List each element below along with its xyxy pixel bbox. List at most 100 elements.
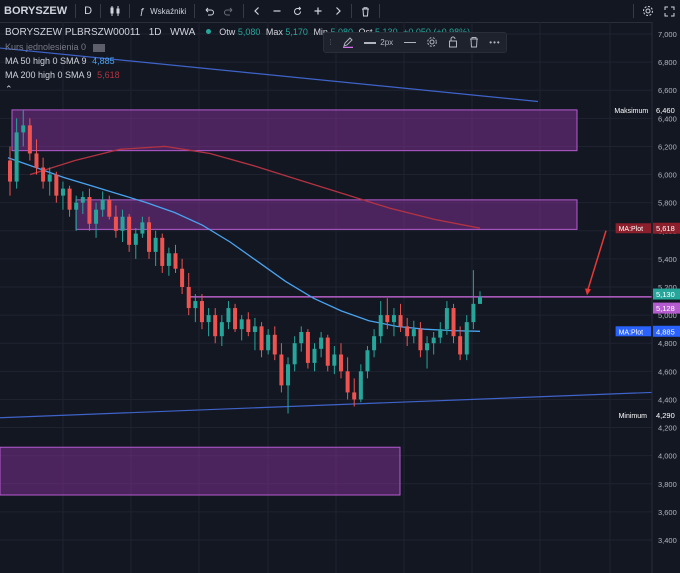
ma-plot-top-label: MA:Plot: [619, 226, 644, 233]
candle-body: [299, 331, 304, 344]
drag-handle-icon[interactable]: ⁞: [329, 38, 331, 47]
ma-plot-top-value: 5,618: [656, 224, 675, 233]
zones: [0, 109, 578, 496]
interval-button[interactable]: D: [79, 0, 97, 22]
candle-body: [54, 174, 59, 196]
candle-body: [338, 354, 343, 372]
candle-body: [458, 336, 463, 355]
candle-body: [120, 216, 125, 231]
zoom-out-icon[interactable]: [267, 0, 287, 22]
symbol-button[interactable]: BORYSZEW: [0, 0, 72, 22]
candle-body: [206, 315, 211, 323]
candle-body: [405, 326, 410, 337]
maksimum-label: Maksimum: [614, 108, 648, 115]
more-icon[interactable]: •••: [489, 38, 500, 47]
legend-ma200-row: MA 200 high 0 SMA 9 5,618: [5, 68, 470, 82]
candle-body: [385, 315, 390, 323]
candle-body: [199, 301, 204, 323]
legend-title: BORYSZEW PLBRSZW00011: [5, 27, 141, 38]
open-value: 5,080: [237, 27, 261, 37]
indicators-button[interactable]: ƒ Wskaźniki: [133, 0, 191, 22]
redo-icon[interactable]: [219, 0, 240, 22]
toolbar-divider: [351, 4, 353, 18]
toolbar-divider: [243, 4, 245, 18]
delete-icon[interactable]: [469, 36, 479, 50]
candle-body: [127, 216, 132, 245]
pencil-icon[interactable]: [342, 36, 354, 50]
settings-icon[interactable]: [426, 36, 438, 50]
candle-body: [358, 371, 363, 400]
arrow-head: [585, 288, 591, 296]
chart-type-icon[interactable]: [104, 0, 126, 22]
candle-body: [133, 233, 138, 245]
line-price-tag: 5,128: [656, 304, 675, 313]
candle-body: [41, 167, 46, 182]
candle-body: [352, 392, 357, 400]
price-chart[interactable]: Maksimum MA:Plot MA:Plot Minimum 3,400 3,600…: [0, 22, 680, 573]
candle-body: [226, 308, 231, 323]
scroll-left-icon[interactable]: [247, 0, 267, 22]
legend-interval: 1D: [148, 27, 162, 38]
chevron-up-icon[interactable]: ⌃: [5, 84, 13, 94]
ma200-label: MA 200 high 0 SMA 9: [5, 70, 92, 80]
price-tick-label: 6,400: [658, 114, 677, 123]
legend-ma50-row: MA 50 high 0 SMA 9 4,885: [5, 54, 470, 68]
svg-text:ƒ: ƒ: [139, 7, 145, 16]
ma50-label: MA 50 high 0 SMA 9: [5, 56, 87, 66]
candle-body: [14, 132, 19, 182]
candle-body: [332, 354, 337, 366]
scroll-right-icon[interactable]: [328, 0, 348, 22]
candle-body: [107, 199, 112, 217]
toolbar-divider: [129, 4, 131, 18]
candle-body: [292, 343, 297, 365]
reset-icon[interactable]: [287, 0, 308, 22]
candles: [8, 109, 482, 414]
toolbar-divider: [379, 4, 381, 18]
toolbar-right: [630, 0, 680, 22]
candle-body: [478, 296, 482, 304]
candle-body: [391, 315, 396, 323]
high-value: 5,170: [285, 27, 308, 37]
line-style-icon[interactable]: [403, 42, 416, 43]
top-toolbar: BORYSZEW D ƒ Wskaźniki: [0, 0, 680, 23]
minimum-value: 4,290: [656, 411, 675, 420]
toolbar-divider: [194, 4, 196, 18]
last-price-tag: 5,130: [656, 290, 675, 299]
candle-body: [411, 329, 416, 337]
trash-icon[interactable]: [355, 0, 376, 22]
candle-body: [166, 253, 171, 266]
candle-body: [219, 322, 224, 337]
undo-icon[interactable]: [198, 0, 219, 22]
candle-body: [27, 125, 32, 154]
high-label: Max: [265, 27, 283, 37]
candle-body: [259, 326, 264, 351]
candle-body: [425, 343, 430, 351]
indicators-label: Wskaźniki: [150, 6, 187, 16]
candle-body: [266, 334, 271, 351]
candle-body: [100, 199, 105, 210]
candle-body: [365, 350, 370, 372]
zoom-in-icon[interactable]: [308, 0, 328, 22]
legend-row2-text: Kurs jednolesienia 0: [5, 42, 87, 52]
line-width-button[interactable]: 2px: [364, 38, 393, 47]
price-tick-label: 4,800: [658, 339, 677, 348]
candle-body: [272, 334, 277, 355]
candle-body: [153, 237, 158, 252]
candle-body: [8, 160, 12, 182]
market-status-dot: [205, 29, 211, 34]
candle-body: [147, 222, 152, 252]
price-tick-label: 6,600: [658, 86, 677, 95]
toolbar-divider: [100, 4, 102, 18]
fullscreen-icon[interactable]: [659, 0, 680, 22]
candle-body: [312, 348, 317, 363]
ma-plot-bottom-label: MA:Plot: [619, 329, 644, 336]
price-tick-label: 5,400: [658, 255, 677, 264]
settings-gear-icon[interactable]: [637, 0, 659, 22]
legend-collapse-row: ⌃: [5, 82, 470, 96]
price-axis[interactable]: 3,400 3,600 3,800 4,000 4,200 4,400 4,600 4,800…: [651, 22, 680, 573]
candle-body: [372, 336, 377, 351]
legend-row2-badge[interactable]: [92, 43, 105, 52]
price-tick-label: 3,800: [658, 480, 677, 489]
lock-icon[interactable]: [448, 36, 458, 50]
candle-body: [345, 371, 350, 393]
